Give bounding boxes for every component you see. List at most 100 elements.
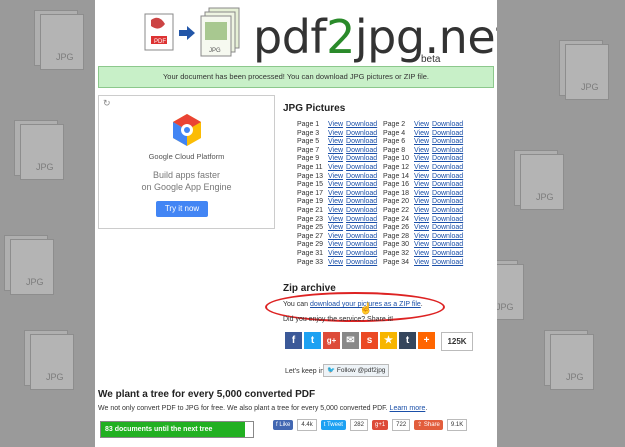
view-link[interactable]: View: [414, 147, 429, 154]
view-link[interactable]: View: [414, 164, 429, 171]
background-jpg-tile-icon: JPG: [0, 235, 62, 297]
table-row: Page 3 View Download Page 4 View Download: [297, 130, 463, 139]
ad-refresh-icon[interactable]: ↻: [103, 98, 111, 109]
download-link[interactable]: Download: [346, 224, 377, 231]
favorite-share-icon[interactable]: ★: [380, 332, 397, 349]
share-button[interactable]: ⇪ Share: [414, 420, 443, 430]
download-link[interactable]: Download: [346, 198, 377, 205]
table-row: Page 31 View Download Page 32 View Download: [297, 250, 463, 259]
download-link[interactable]: Download: [346, 216, 377, 223]
view-link[interactable]: View: [328, 121, 343, 128]
view-link[interactable]: View: [328, 190, 343, 197]
download-link[interactable]: Download: [432, 164, 463, 171]
view-link[interactable]: View: [328, 207, 343, 214]
page-label: Page 8: [383, 146, 406, 154]
view-link[interactable]: View: [414, 241, 429, 248]
download-link[interactable]: Download: [432, 233, 463, 240]
view-link[interactable]: View: [414, 198, 429, 205]
tree-title: We plant a tree for every 5,000 converte…: [98, 389, 316, 400]
download-link[interactable]: Download: [432, 147, 463, 154]
more-share-icon[interactable]: +: [418, 332, 435, 349]
view-link[interactable]: View: [414, 121, 429, 128]
page-label: Page 33: [297, 258, 324, 266]
view-link[interactable]: View: [328, 164, 343, 171]
view-link[interactable]: View: [414, 233, 429, 240]
download-link[interactable]: Download: [432, 207, 463, 214]
view-link[interactable]: View: [414, 224, 429, 231]
ad-cta-button[interactable]: Try it now: [156, 201, 208, 217]
view-link[interactable]: View: [414, 130, 429, 137]
view-link[interactable]: View: [414, 181, 429, 188]
download-link[interactable]: Download: [346, 173, 377, 180]
twitter-follow-button[interactable]: 🐦 Follow @pdf2jpg: [323, 364, 390, 377]
view-link[interactable]: View: [328, 181, 343, 188]
download-link[interactable]: Download: [432, 181, 463, 188]
download-link[interactable]: Download: [346, 121, 377, 128]
download-link[interactable]: Download: [432, 198, 463, 205]
view-link[interactable]: View: [328, 147, 343, 154]
page-label: Page 19: [297, 198, 324, 206]
view-link[interactable]: View: [328, 259, 343, 266]
email-share-icon[interactable]: ✉: [342, 332, 359, 349]
view-link[interactable]: View: [414, 190, 429, 197]
site-logo[interactable]: PDF JPG pdf2jpg.net beta: [143, 6, 497, 65]
download-link[interactable]: Download: [346, 241, 377, 248]
view-link[interactable]: View: [414, 207, 429, 214]
download-link[interactable]: Download: [432, 259, 463, 266]
download-link[interactable]: Download: [432, 190, 463, 197]
google-plus-share-icon[interactable]: g+: [323, 332, 340, 349]
view-link[interactable]: View: [328, 250, 343, 257]
stumbleupon-share-icon[interactable]: s: [361, 332, 378, 349]
view-link[interactable]: View: [414, 250, 429, 257]
view-link[interactable]: View: [328, 173, 343, 180]
download-link[interactable]: Download: [432, 130, 463, 137]
facebook-like-button[interactable]: f Like: [273, 420, 294, 430]
view-link[interactable]: View: [414, 173, 429, 180]
download-link[interactable]: Download: [432, 241, 463, 248]
view-link[interactable]: View: [328, 233, 343, 240]
download-link[interactable]: Download: [346, 147, 377, 154]
download-link[interactable]: Download: [346, 164, 377, 171]
view-link[interactable]: View: [328, 198, 343, 205]
learn-more-link[interactable]: Learn more: [390, 405, 426, 412]
view-link[interactable]: View: [414, 155, 429, 162]
view-link[interactable]: View: [328, 224, 343, 231]
view-link[interactable]: View: [328, 216, 343, 223]
page-entry: Page 19 View Download: [297, 198, 383, 207]
twitter-share-icon[interactable]: t: [304, 332, 321, 349]
view-link[interactable]: View: [328, 138, 343, 145]
page-entry: Page 27 View Download: [297, 233, 383, 242]
download-link[interactable]: Download: [432, 138, 463, 145]
twitter-bird-icon: 🐦: [327, 367, 336, 374]
download-link[interactable]: Download: [346, 259, 377, 266]
download-link[interactable]: Download: [346, 233, 377, 240]
background-jpg-tile-icon: JPG: [555, 40, 617, 102]
download-link[interactable]: Download: [432, 216, 463, 223]
download-link[interactable]: Download: [346, 130, 377, 137]
facebook-share-icon[interactable]: f: [285, 332, 302, 349]
download-link[interactable]: Download: [346, 190, 377, 197]
view-link[interactable]: View: [414, 216, 429, 223]
download-link[interactable]: Download: [346, 155, 377, 162]
view-link[interactable]: View: [414, 138, 429, 145]
advertisement[interactable]: ↻ Google Cloud Platform Build apps faste…: [98, 95, 275, 229]
download-link[interactable]: Download: [432, 173, 463, 180]
google-plus-button[interactable]: g+1: [371, 420, 389, 430]
view-link[interactable]: View: [328, 241, 343, 248]
view-link[interactable]: View: [328, 155, 343, 162]
view-link[interactable]: View: [414, 259, 429, 266]
view-link[interactable]: View: [328, 130, 343, 137]
page-label: Page 4: [383, 129, 406, 137]
download-link[interactable]: Download: [346, 181, 377, 188]
download-link[interactable]: Download: [432, 224, 463, 231]
tumblr-share-icon[interactable]: t: [399, 332, 416, 349]
download-link[interactable]: Download: [432, 250, 463, 257]
download-link[interactable]: Download: [346, 138, 377, 145]
download-link[interactable]: Download: [346, 250, 377, 257]
download-link[interactable]: Download: [432, 155, 463, 162]
background-jpg-tile-icon: JPG: [540, 330, 602, 392]
google-cloud-hexagon-icon: [173, 114, 201, 146]
download-link[interactable]: Download: [346, 207, 377, 214]
download-link[interactable]: Download: [432, 121, 463, 128]
tweet-button[interactable]: t Tweet: [320, 420, 346, 430]
